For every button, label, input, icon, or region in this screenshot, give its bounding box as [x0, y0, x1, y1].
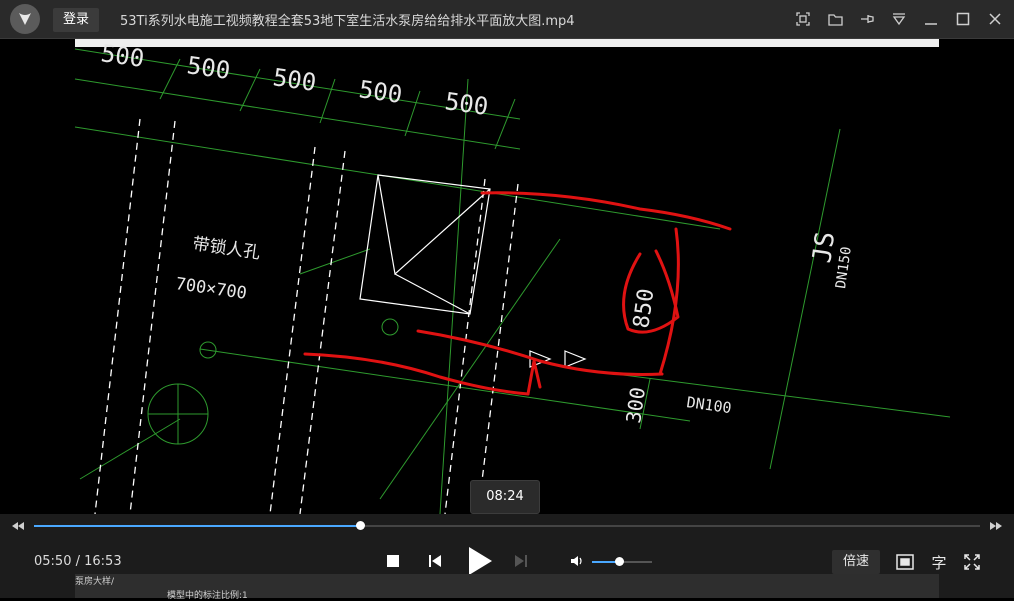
dim-label: 500 [185, 51, 232, 85]
stop-button[interactable] [386, 546, 400, 576]
seek-bar-progress [34, 525, 361, 527]
seek-hover-tooltip: 08:24 [470, 480, 540, 514]
volume-icon[interactable] [570, 546, 584, 576]
seek-handle[interactable] [356, 521, 366, 530]
time-separator: / [71, 554, 85, 569]
drawing-footer-strip: 泵房大样/ 模型中的标注比例:1 [75, 574, 939, 601]
next-button[interactable] [514, 546, 528, 576]
manhole-size-label: 700×700 [174, 274, 248, 304]
time-display: 05:50 / 16:53 [34, 554, 122, 569]
video-frame[interactable]: 500 500 500 500 500 带锁人孔 700×700 850 300… [0, 39, 1014, 514]
login-button[interactable]: 登录 [53, 8, 99, 32]
speed-button[interactable]: 倍速 [832, 550, 880, 574]
volume-handle[interactable] [615, 557, 624, 566]
drawing-footer-text: 模型中的标注比例:1 [167, 591, 248, 601]
volume-slider[interactable] [592, 557, 652, 566]
fast-forward-icon[interactable] [988, 518, 1006, 534]
title-bar: 登录 53Ti系列水电施工视频教程全套53地下室生活水泵房给给排水平面放大图.m… [0, 0, 1014, 39]
dim-850-label: 850 [629, 287, 659, 330]
rewind-icon[interactable] [10, 518, 28, 534]
dim-label: 500 [443, 87, 490, 121]
picture-in-picture-icon[interactable] [895, 552, 915, 572]
dim-label: 500 [271, 63, 318, 97]
drawing-footer-text: 泵房大样/ [75, 577, 115, 587]
menu-dropdown-icon[interactable] [890, 10, 908, 28]
app-logo [10, 4, 40, 34]
close-icon[interactable] [986, 10, 1004, 28]
js-label: JS [807, 230, 841, 265]
previous-button[interactable] [428, 546, 442, 576]
manhole-label: 带锁人孔 [191, 234, 261, 263]
fullscreen-icon[interactable] [962, 552, 982, 572]
current-time: 05:50 [34, 554, 72, 569]
minimize-icon[interactable] [922, 10, 940, 28]
dim-label: 500 [357, 75, 404, 109]
folder-icon[interactable] [826, 10, 844, 28]
dim-300-label: 300 [621, 386, 650, 425]
play-button[interactable] [466, 546, 494, 576]
maximize-icon[interactable] [954, 10, 972, 28]
seek-bar[interactable] [34, 521, 980, 530]
pin-icon[interactable] [858, 10, 876, 28]
screenshot-icon[interactable] [794, 10, 812, 28]
subtitle-button[interactable]: 字 [929, 552, 949, 572]
video-title: 53Ti系列水电施工视频教程全套53地下室生活水泵房给给排水平面放大图.mp4 [120, 14, 575, 29]
total-time: 16:53 [84, 554, 122, 569]
dn100-label: DN100 [685, 393, 732, 417]
dim-label: 500 [99, 39, 146, 73]
